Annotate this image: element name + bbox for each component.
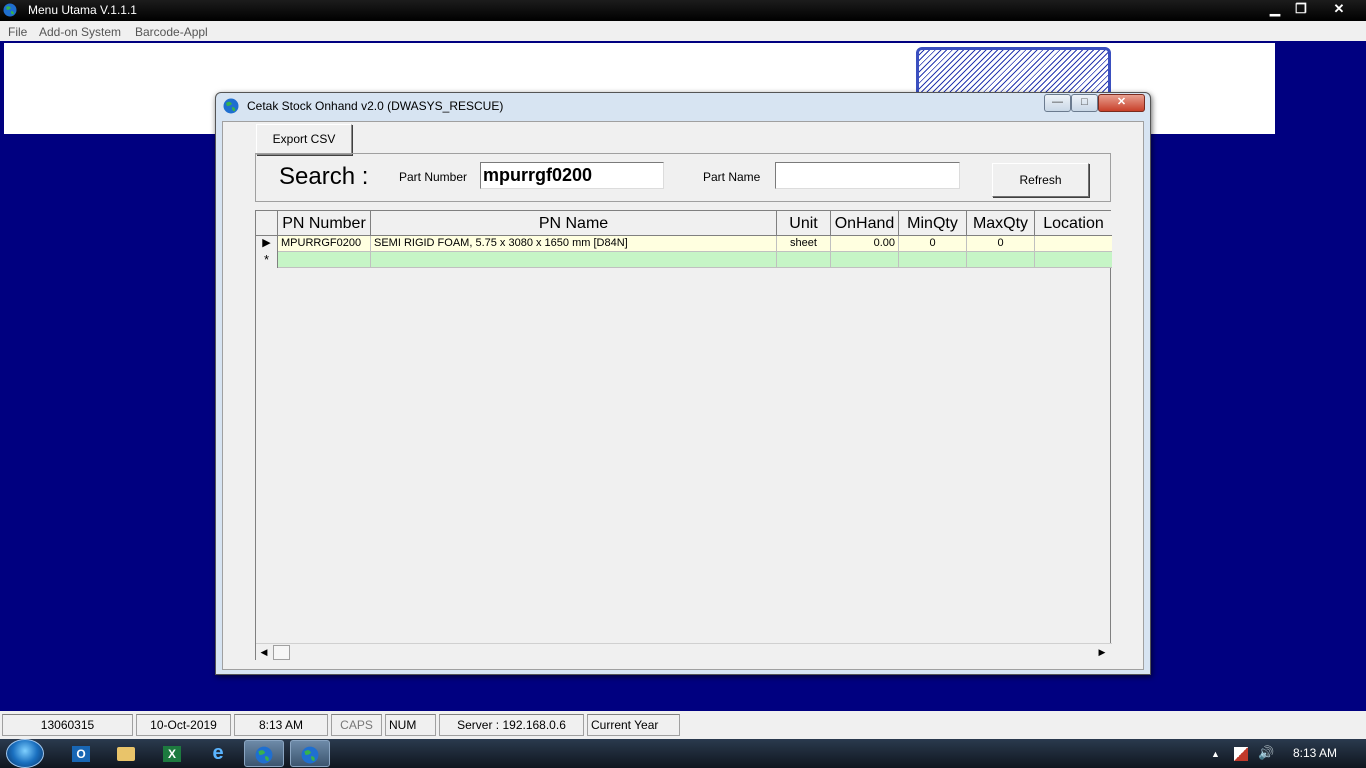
cell-minqty[interactable] xyxy=(899,252,967,268)
status-bar: 13060315 10-Oct-2019 8:13 AM CAPS NUM Se… xyxy=(0,711,1366,739)
cell-maxqty[interactable] xyxy=(967,252,1035,268)
dialog-minimize-button[interactable]: — xyxy=(1044,94,1071,112)
tray-expand-icon[interactable]: ▲ xyxy=(1211,749,1220,759)
status-date: 10-Oct-2019 xyxy=(136,714,231,736)
column-header[interactable]: Unit xyxy=(777,211,831,236)
column-header[interactable]: MinQty xyxy=(899,211,967,236)
new-row[interactable]: * xyxy=(256,252,1112,268)
status-num: NUM xyxy=(385,714,436,736)
status-time: 8:13 AM xyxy=(234,714,328,736)
column-header[interactable]: Location xyxy=(1035,211,1112,236)
dialog-close-button[interactable]: ✕ xyxy=(1098,94,1145,112)
close-button[interactable]: ✕ xyxy=(1326,0,1352,18)
part-name-input[interactable] xyxy=(775,162,960,189)
part-number-input[interactable]: mpurrgf0200 xyxy=(480,162,664,189)
column-header[interactable]: MaxQty xyxy=(967,211,1035,236)
search-panel: Search : Part Number mpurrgf0200 Part Na… xyxy=(255,153,1111,202)
main-window-title: Menu Utama V.1.1.1 xyxy=(28,3,137,17)
volume-icon[interactable]: 🔊 xyxy=(1258,745,1274,761)
scroll-left-icon[interactable]: ◀ xyxy=(256,645,272,660)
cell-onhand[interactable]: 0.00 xyxy=(831,236,899,252)
header-corner xyxy=(256,211,278,236)
outlook-glyph: O xyxy=(72,746,90,762)
cell-minqty[interactable]: 0 xyxy=(899,236,967,252)
dialog-title: Cetak Stock Onhand v2.0 (DWASYS_RESCUE) xyxy=(247,99,504,113)
status-caps: CAPS xyxy=(331,714,382,736)
column-header[interactable]: PN Number xyxy=(278,211,371,236)
taskbar-clock[interactable]: 8:13 AM xyxy=(1293,746,1337,760)
table-row[interactable]: ▶ MPURRGF0200 SEMI RIGID FOAM, 5.75 x 30… xyxy=(256,236,1112,252)
app-globe-icon[interactable] xyxy=(244,740,284,767)
column-header[interactable]: OnHand xyxy=(831,211,899,236)
folder-glyph xyxy=(117,747,135,762)
refresh-button[interactable]: Refresh xyxy=(992,163,1089,197)
cell-maxqty[interactable]: 0 xyxy=(967,236,1035,252)
stock-onhand-dialog: Cetak Stock Onhand v2.0 (DWASYS_RESCUE) … xyxy=(215,92,1151,675)
cell-pn-number[interactable]: MPURRGF0200 xyxy=(278,236,371,252)
globe-icon xyxy=(301,746,319,764)
menu-file[interactable]: File xyxy=(8,25,27,39)
part-number-label: Part Number xyxy=(399,170,468,184)
cell-pn-number[interactable] xyxy=(278,252,371,268)
globe-icon xyxy=(223,98,239,114)
start-button[interactable] xyxy=(6,739,44,768)
status-server: Server : 192.168.0.6 xyxy=(439,714,584,736)
menu-addon-system[interactable]: Add-on System xyxy=(39,25,121,39)
export-csv-button[interactable]: Export CSV xyxy=(256,124,352,155)
menu-barcode-appl[interactable]: Barcode-Appl xyxy=(135,25,208,39)
grid-header: PN Number PN Name Unit OnHand MinQty Max… xyxy=(256,211,1112,236)
taskbar: O X e ▲ 🔊 8:13 AM xyxy=(0,739,1366,768)
folder-icon[interactable] xyxy=(106,740,146,767)
dialog-maximize-button[interactable]: □ xyxy=(1071,94,1098,112)
status-user-id: 13060315 xyxy=(2,714,133,736)
dialog-body: Export CSV Search : Part Number mpurrgf0… xyxy=(222,121,1144,670)
search-label: Search : xyxy=(279,163,369,190)
cell-location[interactable] xyxy=(1035,236,1112,252)
menu-bar: File Add-on System Barcode-Appl xyxy=(0,21,1366,41)
cell-pn-name[interactable]: SEMI RIGID FOAM, 5.75 x 3080 x 1650 mm [… xyxy=(371,236,777,252)
excel-icon[interactable]: X xyxy=(152,740,192,767)
app-globe-icon[interactable] xyxy=(290,740,330,767)
main-title-bar: Menu Utama V.1.1.1 ▁ ❐ ✕ xyxy=(0,0,1366,21)
row-indicator-icon: ▶ xyxy=(256,236,278,252)
new-row-indicator-icon: * xyxy=(256,252,278,268)
status-period: Current Year xyxy=(587,714,680,736)
minimize-button[interactable]: ▁ xyxy=(1262,0,1288,18)
cell-location[interactable] xyxy=(1035,252,1112,268)
excel-glyph: X xyxy=(163,746,181,762)
stock-grid[interactable]: PN Number PN Name Unit OnHand MinQty Max… xyxy=(255,210,1112,660)
ie-icon[interactable]: e xyxy=(198,740,238,767)
scroll-right-icon[interactable]: ▶ xyxy=(1094,645,1110,660)
column-header[interactable]: PN Name xyxy=(371,211,777,236)
cell-onhand[interactable] xyxy=(831,252,899,268)
restore-button[interactable]: ❐ xyxy=(1288,0,1314,18)
part-name-label: Part Name xyxy=(703,170,761,184)
cell-unit[interactable]: sheet xyxy=(777,236,831,252)
cell-pn-name[interactable] xyxy=(371,252,777,268)
outlook-icon[interactable]: O xyxy=(61,740,101,767)
globe-icon xyxy=(3,3,17,17)
globe-icon xyxy=(255,746,273,764)
cell-unit[interactable] xyxy=(777,252,831,268)
action-center-flag-icon[interactable] xyxy=(1234,747,1248,761)
horizontal-scrollbar[interactable]: ◀ ▶ xyxy=(256,643,1112,660)
scroll-thumb[interactable] xyxy=(273,645,290,660)
